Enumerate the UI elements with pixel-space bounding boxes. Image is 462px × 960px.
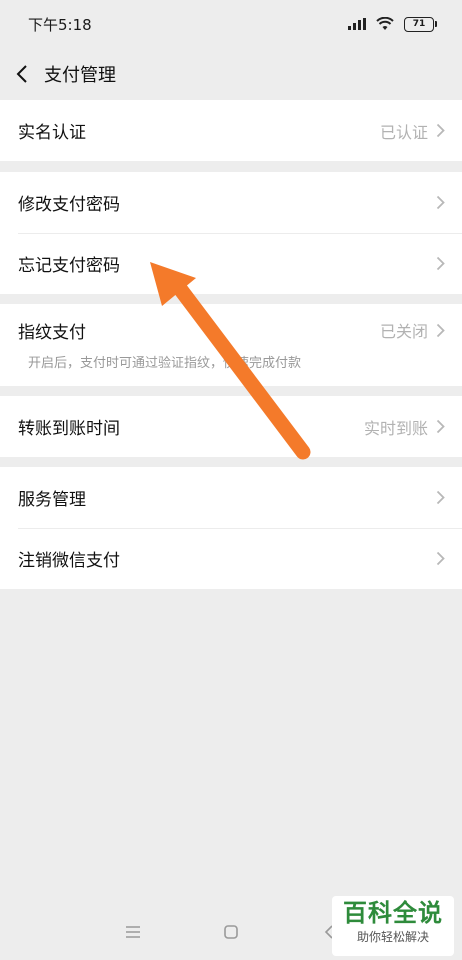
chevron-right-icon	[436, 551, 446, 567]
row-value: 已关闭	[379, 322, 428, 341]
row-label: 注销微信支付	[18, 551, 120, 571]
watermark-subtitle: 助你轻松解决	[356, 930, 429, 944]
chevron-right-icon	[436, 419, 446, 435]
home-icon[interactable]	[219, 920, 243, 944]
status-time: 下午5:18	[28, 15, 92, 34]
chevron-right-icon	[436, 195, 446, 211]
row-transfer-time[interactable]: 转账到账时间 实时到账	[0, 396, 462, 457]
page-title: 支付管理	[44, 65, 116, 86]
row-label: 转账到账时间	[18, 419, 120, 439]
back-button[interactable]	[0, 48, 44, 100]
battery-icon: 71	[404, 16, 437, 32]
group-verification: 实名认证 已认证	[0, 100, 462, 161]
row-label: 服务管理	[18, 490, 86, 510]
group-fingerprint: 指纹支付 已关闭	[0, 304, 462, 386]
group-password: 修改支付密码 忘记支付密码	[0, 172, 462, 294]
row-label: 实名认证	[18, 123, 86, 143]
signal-icon	[348, 18, 366, 30]
chevron-right-icon	[436, 322, 446, 338]
nav-bar: 支付管理	[0, 48, 462, 100]
watermark-title: 百科全说	[343, 899, 443, 927]
menu-icon[interactable]	[121, 920, 145, 944]
row-cancel-wechat-pay[interactable]: 注销微信支付	[0, 528, 462, 589]
wifi-icon	[376, 17, 394, 30]
row-service-management[interactable]: 服务管理	[0, 467, 462, 528]
chevron-left-icon	[16, 65, 27, 83]
row-label: 修改支付密码	[18, 195, 120, 215]
group-service: 服务管理 注销微信支付	[0, 467, 462, 589]
group-transfer: 转账到账时间 实时到账	[0, 396, 462, 457]
row-forgot-password[interactable]: 忘记支付密码	[0, 233, 462, 294]
watermark: 百科全说 助你轻松解决	[332, 896, 454, 956]
row-real-name[interactable]: 实名认证 已认证	[0, 100, 462, 161]
row-label: 忘记支付密码	[18, 256, 120, 276]
status-icons: 71	[348, 16, 437, 32]
row-change-password[interactable]: 修改支付密码	[0, 172, 462, 233]
chevron-right-icon	[436, 490, 446, 506]
row-value: 已认证	[379, 122, 428, 142]
status-bar: 下午5:18 71	[0, 0, 462, 48]
row-fingerprint-pay[interactable]: 指纹支付 已关闭	[0, 304, 462, 356]
chevron-right-icon	[436, 256, 446, 272]
chevron-right-icon	[436, 123, 446, 139]
fingerprint-description: 开启后，支付时可通过验证指纹，快速完成付款	[28, 356, 302, 371]
row-value: 实时到账	[363, 418, 428, 438]
row-label: 指纹支付	[18, 322, 86, 343]
